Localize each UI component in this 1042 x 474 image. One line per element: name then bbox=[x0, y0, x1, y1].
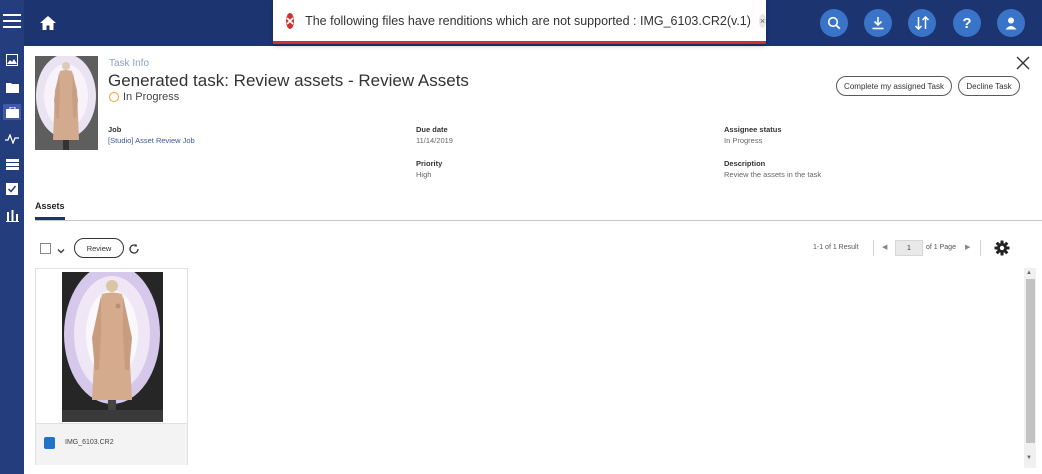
page-number-input[interactable]: 1 bbox=[895, 240, 923, 256]
toast-close-button[interactable]: × bbox=[758, 13, 766, 28]
scroll-up-icon[interactable]: ▲ bbox=[1026, 270, 1032, 276]
task-thumbnail bbox=[35, 56, 98, 150]
job-label: Job bbox=[108, 125, 122, 134]
review-button[interactable]: Review bbox=[74, 238, 124, 258]
help-icon[interactable]: ? bbox=[953, 9, 981, 37]
task-status-label: In Progress bbox=[123, 91, 180, 103]
description-label: Description bbox=[724, 159, 766, 168]
description-value: Review the assets in the task bbox=[724, 170, 822, 179]
tab-assets[interactable]: Assets bbox=[35, 201, 65, 211]
toolbar-separator bbox=[873, 240, 874, 256]
bar-chart-icon[interactable] bbox=[3, 207, 21, 223]
file-type-icon bbox=[44, 437, 55, 449]
job-link[interactable]: [Studio] Asset Review Job bbox=[108, 136, 195, 145]
activity-icon[interactable] bbox=[3, 131, 21, 147]
task-status: In Progress bbox=[109, 91, 179, 103]
page-count: of 1 Page bbox=[926, 244, 956, 251]
toolbar-separator bbox=[980, 240, 981, 256]
user-icon[interactable] bbox=[997, 9, 1025, 37]
select-all-checkbox[interactable] bbox=[40, 243, 51, 254]
results-count: 1-1 of 1 Result bbox=[813, 244, 859, 251]
priority-value: High bbox=[416, 170, 432, 179]
asset-card-footer: IMG_6103.CR2 bbox=[36, 423, 187, 465]
sort-icon[interactable] bbox=[908, 9, 936, 37]
task-info-label: Task Info bbox=[109, 58, 150, 69]
due-date-value: 11/14/2019 bbox=[416, 136, 453, 145]
left-rail bbox=[0, 0, 24, 474]
scroll-down-icon[interactable]: ▼ bbox=[1026, 455, 1032, 461]
checklist-icon[interactable] bbox=[3, 181, 21, 197]
search-icon[interactable] bbox=[820, 9, 848, 37]
folder-icon[interactable] bbox=[3, 79, 21, 95]
asset-card[interactable]: IMG_6103.CR2 bbox=[35, 268, 188, 465]
image-icon[interactable] bbox=[3, 52, 21, 68]
svg-text:?: ? bbox=[962, 15, 971, 31]
assignee-status-label: Assignee status bbox=[724, 125, 782, 134]
due-date-label: Due date bbox=[416, 125, 448, 134]
complete-task-button[interactable]: Complete my assigned Task bbox=[836, 76, 952, 96]
scrollbar-thumb[interactable] bbox=[1026, 279, 1035, 443]
error-toast: The following files have renditions whic… bbox=[273, 0, 766, 44]
asset-thumbnail[interactable] bbox=[62, 272, 163, 422]
decline-task-button[interactable]: Decline Task bbox=[958, 76, 1020, 96]
close-icon[interactable] bbox=[1015, 55, 1031, 71]
priority-label: Priority bbox=[416, 159, 443, 168]
menu-icon[interactable] bbox=[3, 14, 21, 28]
stack-icon[interactable] bbox=[3, 156, 21, 172]
briefcase-icon[interactable] bbox=[3, 104, 21, 120]
tab-divider bbox=[35, 220, 1042, 221]
prev-page-icon[interactable]: ◀ bbox=[882, 243, 887, 251]
gear-icon[interactable] bbox=[994, 240, 1010, 256]
home-icon[interactable] bbox=[38, 13, 58, 33]
download-icon[interactable] bbox=[864, 9, 892, 37]
toast-message: The following files have renditions whic… bbox=[305, 13, 751, 28]
refresh-icon[interactable] bbox=[128, 242, 140, 254]
error-icon bbox=[286, 12, 295, 29]
page-title: Generated task: Review assets - Review A… bbox=[108, 71, 469, 90]
in-progress-icon bbox=[109, 92, 119, 102]
chevron-down-icon[interactable] bbox=[56, 243, 66, 254]
next-page-icon[interactable]: ▶ bbox=[965, 243, 970, 251]
assignee-status-value: In Progress bbox=[724, 136, 763, 145]
asset-filename[interactable]: IMG_6103.CR2 bbox=[65, 439, 114, 446]
